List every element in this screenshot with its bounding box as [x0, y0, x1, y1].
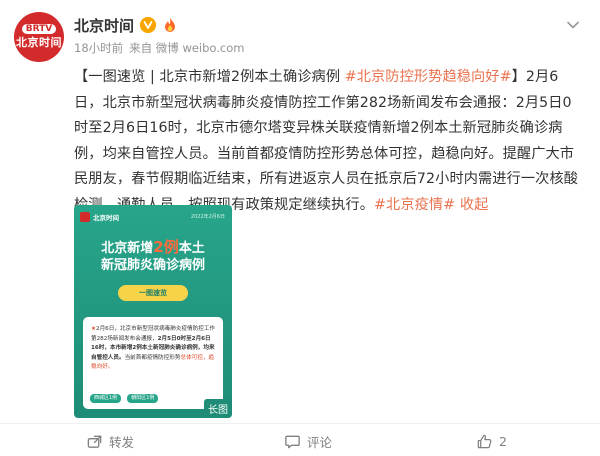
card-logo-icon — [80, 212, 90, 222]
post-source: 来自 微博 weibo.com — [129, 41, 245, 55]
comment-label: 评论 — [307, 434, 333, 450]
card-title-number: 2例 — [153, 238, 179, 256]
card-tag: 西城区1例 — [90, 394, 122, 403]
card-tags: 西城区1例 朝阳区1例 — [90, 394, 159, 403]
share-button[interactable]: 转发 — [86, 431, 134, 451]
comment-button[interactable]: 评论 — [284, 431, 332, 451]
post-text: 【一图速览 | 北京市新增2例本土确诊病例 #北京防控形势趋稳向好#】2月6日，… — [74, 65, 584, 218]
share-icon — [87, 435, 102, 448]
card-pill: 一图速览 — [118, 285, 188, 301]
hashtag-link[interactable]: #北京疫情# — [374, 197, 455, 213]
collapse-link[interactable]: 收起 — [460, 197, 489, 213]
post-meta: 18小时前 来自 微博 weibo.com — [74, 40, 244, 56]
chevron-down-icon[interactable] — [566, 18, 580, 32]
post-text-part-2: 】2月6日，北京市新型冠状病毒肺炎疫情防控工作第282场新闻发布会通报：2月5日… — [74, 69, 579, 213]
thumbs-up-icon — [477, 434, 492, 448]
card-brand: 北京时间 — [93, 214, 119, 222]
like-count: 2 — [499, 433, 507, 449]
avatar-name-text: 北京时间 — [16, 36, 62, 49]
card-panel-text: ★2月6日，北京市新型冠状病毒肺炎疫情防控工作第282场新闻发布会通报，2月5日… — [91, 325, 215, 373]
post-image[interactable]: 北京时间 2022年2月6日 北京新增2例本土 新冠肺炎确诊病例 一图速览 ★2… — [74, 205, 232, 418]
post-time[interactable]: 18小时前 — [74, 40, 123, 56]
post-text-part-1: 【一图速览 | 北京市新增2例本土确诊病例 — [74, 69, 345, 85]
card-title-line1: 北京新增2例本土 — [74, 239, 232, 257]
card-tag: 朝阳区1例 — [127, 394, 159, 403]
flame-badge-icon[interactable] — [162, 17, 178, 33]
post-header: 北京时间 — [74, 15, 178, 35]
verified-badge-icon[interactable] — [140, 17, 157, 33]
hashtag-link[interactable]: #北京防控形势趋稳向好# — [345, 69, 512, 85]
avatar[interactable]: BRTV 北京时间 — [14, 12, 64, 62]
card-title-part: 本土 — [178, 241, 205, 256]
card-date: 2022年2月6日 — [190, 214, 225, 220]
share-label: 转发 — [109, 434, 135, 450]
long-image-label: 长图 — [204, 399, 232, 418]
card-title-line2: 新冠肺炎确诊病例 — [100, 258, 205, 273]
divider — [0, 423, 600, 424]
card-header: 北京时间 — [80, 211, 119, 223]
account-name[interactable]: 北京时间 — [74, 15, 134, 36]
avatar-badge-text: BRTV — [21, 24, 57, 34]
comment-icon — [285, 435, 300, 448]
card-panel-text-2: 当前首都疫情防控形势 — [124, 354, 181, 361]
card-title-part: 北京新增 — [101, 241, 154, 256]
like-button[interactable]: 2 — [476, 431, 507, 451]
